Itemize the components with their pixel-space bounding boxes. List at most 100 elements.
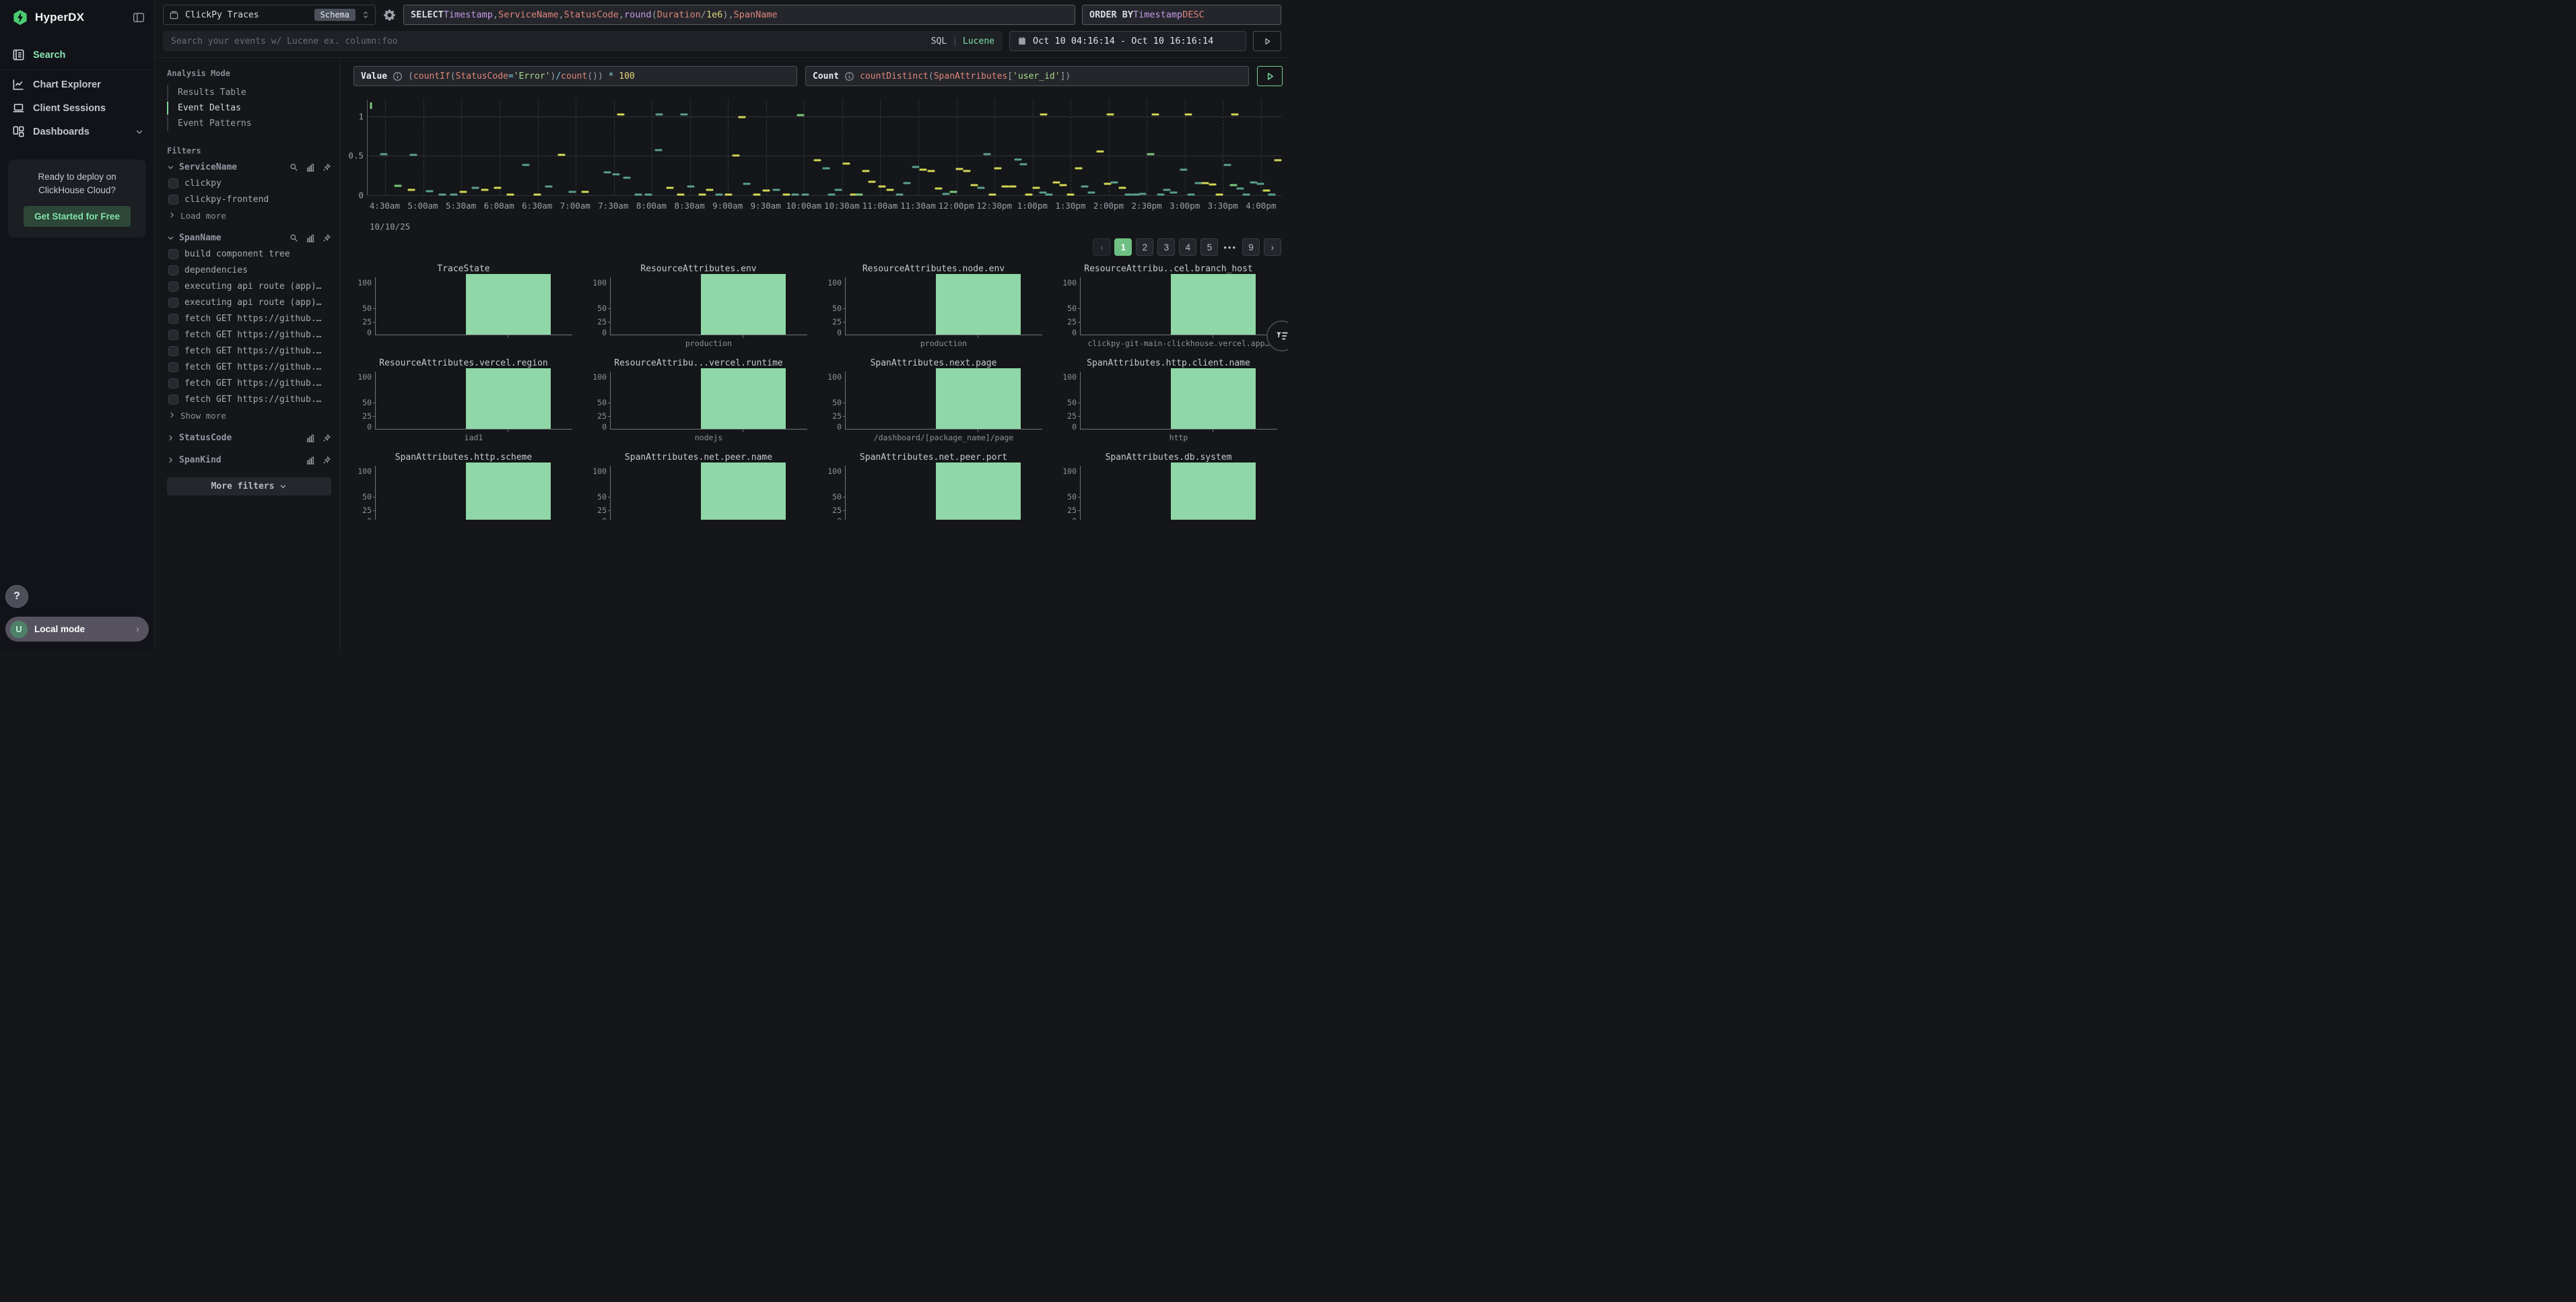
breakdown-chart[interactable]: ResourceAttributes.env10050250production: [584, 264, 813, 349]
sql-toggle[interactable]: SQL: [931, 36, 947, 46]
breakdown-chart[interactable]: SpanAttributes.next.page10050250/dashboa…: [819, 358, 1048, 443]
breakdown-chart[interactable]: ResourceAttribu..cel.branch_host10050250…: [1054, 264, 1283, 349]
filter-checkbox-item[interactable]: executing api route (app)…: [168, 298, 331, 308]
pin-icon[interactable]: [323, 234, 331, 242]
checkbox[interactable]: [168, 195, 178, 205]
pagination-page-5[interactable]: 5: [1200, 238, 1218, 256]
filter-checkbox-item[interactable]: build component tree: [168, 249, 331, 259]
checkbox[interactable]: [168, 362, 178, 372]
get-started-button[interactable]: Get Started for Free: [24, 206, 131, 227]
checkbox[interactable]: [168, 265, 178, 275]
gear-icon[interactable]: [384, 9, 395, 21]
breakdown-bar[interactable]: [466, 274, 551, 335]
filter-checkbox-item[interactable]: clickpy: [168, 178, 331, 189]
sidebar-item-dashboards[interactable]: Dashboards: [0, 120, 154, 143]
breakdown-bar[interactable]: [701, 368, 786, 429]
breakdown-bar[interactable]: [701, 462, 786, 520]
pagination-page-2[interactable]: 2: [1136, 238, 1153, 256]
data-point: [634, 194, 642, 196]
filter-checkbox-item[interactable]: executing api route (app)…: [168, 281, 331, 292]
breakdown-chart[interactable]: ResourceAttributes.node.env10050250produ…: [819, 264, 1048, 349]
filter-checkbox-item[interactable]: fetch GET https://github.…: [168, 314, 331, 324]
filter-group-statuscode: StatusCode: [167, 433, 331, 443]
bar-chart-icon[interactable]: [306, 456, 315, 465]
value-expression-input[interactable]: Value (countIf(StatusCode='Error')/count…: [353, 66, 797, 86]
breakdown-bar[interactable]: [1171, 368, 1256, 429]
filter-checkbox-item[interactable]: fetch GET https://github.…: [168, 330, 331, 340]
run-query-button[interactable]: [1257, 66, 1283, 86]
order-by-input[interactable]: ORDER BY Timestamp DESC: [1082, 5, 1281, 25]
checkbox[interactable]: [168, 330, 178, 340]
checkbox[interactable]: [168, 249, 178, 259]
filter-load-more[interactable]: Load more: [168, 211, 331, 221]
help-button[interactable]: ?: [5, 585, 28, 608]
bar-chart-icon[interactable]: [306, 434, 315, 443]
pagination-prev-button[interactable]: ‹: [1093, 238, 1110, 256]
bar-chart-icon[interactable]: [306, 163, 315, 172]
breakdown-chart[interactable]: SpanAttributes.net.peer.name10050250z5nr…: [584, 452, 813, 520]
search-icon[interactable]: [290, 234, 298, 242]
filter-checkbox-item[interactable]: fetch GET https://github.…: [168, 395, 331, 405]
filter-group-header[interactable]: ServiceName: [167, 162, 331, 172]
schema-badge[interactable]: Schema: [314, 9, 355, 21]
chart-plot-area[interactable]: 00.51: [367, 100, 1281, 195]
local-mode-button[interactable]: U Local mode ›: [5, 617, 149, 642]
breakdown-bar[interactable]: [466, 368, 551, 429]
bar-chart-icon[interactable]: [306, 234, 315, 243]
pagination-page-4[interactable]: 4: [1179, 238, 1196, 256]
checkbox[interactable]: [168, 298, 178, 308]
analysis-mode-event-patterns[interactable]: Event Patterns: [168, 116, 331, 131]
filter-group-header[interactable]: SpanKind: [167, 455, 331, 465]
breakdown-chart[interactable]: ResourceAttributes.vercel.region10050250…: [349, 358, 578, 443]
date-range-picker[interactable]: Oct 10 04:16:14 - Oct 10 16:16:14: [1009, 31, 1246, 51]
pin-icon[interactable]: [323, 434, 331, 442]
sidebar-item-client-sessions[interactable]: Client Sessions: [0, 96, 154, 120]
count-expression-input[interactable]: Count countDistinct(SpanAttributes['user…: [805, 66, 1249, 86]
more-filters-button[interactable]: More filters: [167, 477, 331, 495]
breakdown-bar[interactable]: [936, 274, 1021, 335]
sidebar-item-search[interactable]: Search: [0, 43, 154, 67]
data-source-select[interactable]: ClickPy Traces Schema: [163, 5, 376, 25]
filter-checkbox-item[interactable]: fetch GET https://github.…: [168, 346, 331, 356]
analysis-mode-results-table[interactable]: Results Table: [168, 85, 331, 100]
filter-show-more[interactable]: Show more: [168, 411, 331, 421]
pin-icon[interactable]: [323, 456, 331, 465]
pagination-page-1[interactable]: 1: [1114, 238, 1132, 256]
breakdown-bar[interactable]: [466, 462, 551, 520]
checkbox[interactable]: [168, 395, 178, 405]
breakdown-bar[interactable]: [936, 368, 1021, 429]
filter-checkbox-item[interactable]: fetch GET https://github.…: [168, 362, 331, 372]
search-run-button[interactable]: [1253, 31, 1281, 51]
pagination-next-button[interactable]: ›: [1264, 238, 1281, 256]
filter-checkbox-item[interactable]: fetch GET https://github.…: [168, 378, 331, 388]
search-icon[interactable]: [290, 163, 298, 172]
breakdown-bar[interactable]: [701, 274, 786, 335]
breakdown-chart[interactable]: SpanAttributes.http.client.name10050250h…: [1054, 358, 1283, 443]
filter-checkbox-item[interactable]: clickpy-frontend: [168, 195, 331, 205]
breakdown-chart[interactable]: SpanAttributes.db.system10050250clickhou…: [1054, 452, 1283, 520]
breakdown-bar[interactable]: [936, 462, 1021, 520]
breakdown-chart[interactable]: SpanAttributes.http.scheme10050250https: [349, 452, 578, 520]
sidebar-item-chart-explorer[interactable]: Chart Explorer: [0, 73, 154, 96]
breakdown-bar[interactable]: [1171, 462, 1256, 520]
pin-icon[interactable]: [323, 163, 331, 172]
checkbox[interactable]: [168, 314, 178, 324]
checkbox[interactable]: [168, 346, 178, 356]
breakdown-bar[interactable]: [1171, 274, 1256, 335]
breakdown-chart[interactable]: TraceState10050250: [349, 264, 578, 349]
analysis-mode-event-deltas[interactable]: Event Deltas: [168, 100, 331, 116]
breakdown-chart[interactable]: ResourceAttribu...vercel.runtime10050250…: [584, 358, 813, 443]
filter-checkbox-item[interactable]: dependencies: [168, 265, 331, 275]
search-input[interactable]: Search your events w/ Lucene ex. column:…: [163, 31, 1003, 51]
select-query-input[interactable]: SELECT Timestamp, ServiceName, StatusCod…: [403, 5, 1075, 25]
checkbox[interactable]: [168, 178, 178, 189]
checkbox[interactable]: [168, 378, 178, 388]
pagination-page-3[interactable]: 3: [1157, 238, 1175, 256]
filter-group-header[interactable]: StatusCode: [167, 433, 331, 443]
pagination-page-9[interactable]: 9: [1242, 238, 1260, 256]
lucene-toggle[interactable]: Lucene: [963, 36, 994, 46]
filter-group-header[interactable]: SpanName: [167, 233, 331, 243]
breakdown-chart[interactable]: SpanAttributes.net.peer.port100502508443: [819, 452, 1048, 520]
checkbox[interactable]: [168, 281, 178, 292]
sidebar-collapse-icon[interactable]: [133, 11, 145, 24]
